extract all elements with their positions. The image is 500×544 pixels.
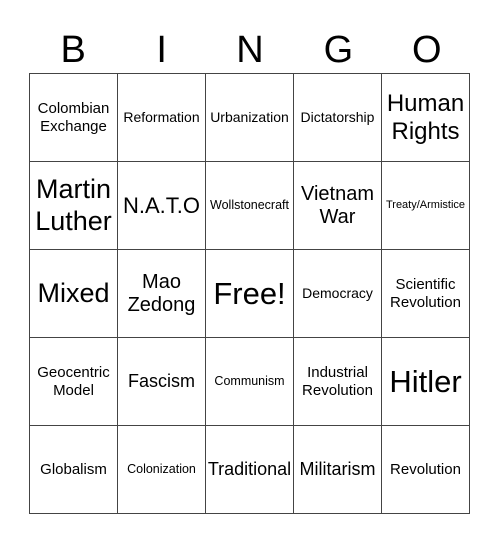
bingo-cell[interactable]: N.A.T.O [118,162,206,250]
bingo-cell[interactable]: Scientific Revolution [382,250,470,338]
header-letter-b: B [60,29,86,71]
free-space[interactable]: Free! [206,250,294,338]
bingo-cell[interactable]: Human Rights [382,74,470,162]
bingo-board: Colombian Exchange Reformation Urbanizat… [29,73,470,514]
bingo-cell[interactable]: Reformation [118,74,206,162]
bingo-cell[interactable]: Vietnam War [294,162,382,250]
bingo-cell[interactable]: Treaty/Armistice [382,162,470,250]
bingo-cell[interactable]: Globalism [30,426,118,514]
bingo-cell[interactable]: Urbanization [206,74,294,162]
bingo-cell[interactable]: Geocentric Model [30,338,118,426]
bingo-cell[interactable]: Colombian Exchange [30,74,118,162]
bingo-cell[interactable]: Mao Zedong [118,250,206,338]
bingo-header: B I N G O [29,28,471,72]
bingo-cell[interactable]: Communism [206,338,294,426]
bingo-cell[interactable]: Democracy [294,250,382,338]
header-letter-n: N [236,29,264,71]
bingo-cell[interactable]: Martin Luther [30,162,118,250]
bingo-cell[interactable]: Mixed [30,250,118,338]
bingo-cell[interactable]: Dictatorship [294,74,382,162]
bingo-cell[interactable]: Traditional [206,426,294,514]
bingo-cell[interactable]: Fascism [118,338,206,426]
bingo-cell[interactable]: Revolution [382,426,470,514]
header-letter-i: I [156,29,167,71]
header-letter-o: O [412,29,442,71]
bingo-cell[interactable]: Militarism [294,426,382,514]
bingo-cell[interactable]: Wollstonecraft [206,162,294,250]
bingo-cell[interactable]: Colonization [118,426,206,514]
bingo-cell[interactable]: Industrial Revolution [294,338,382,426]
bingo-cell[interactable]: Hitler [382,338,470,426]
header-letter-g: G [323,29,354,71]
